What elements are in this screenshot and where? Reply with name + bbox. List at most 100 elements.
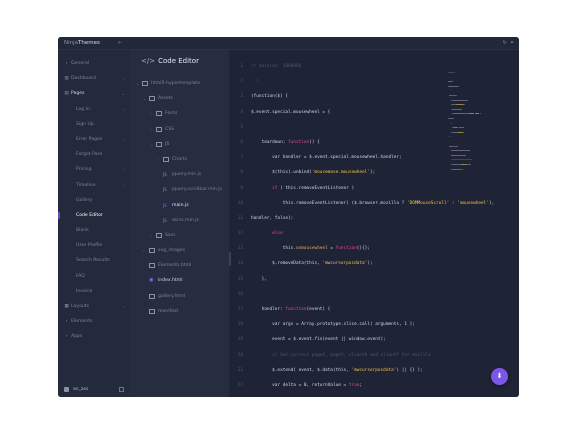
file-explorer: </> Code Editor ⌄ html5-hypertemplate ⌄ Asse… — [130, 50, 229, 397]
folder-icon — [142, 81, 148, 86]
sidebar-item[interactable]: Invoice — [58, 284, 130, 299]
line-number: 22 — [237, 382, 243, 388]
html-file-icon: ▣ — [149, 278, 154, 284]
code-line: 3 (function($) { — [231, 89, 446, 104]
chevron-icon: › — [150, 232, 152, 238]
code-token: ; — [359, 382, 363, 388]
sidebar-item[interactable]: Code Editor — [58, 208, 130, 223]
tree-item-name: main.js — [172, 202, 189, 208]
tree-file[interactable]: JS main.js — [130, 198, 229, 213]
tree-file[interactable]: Elements.html — [130, 258, 229, 273]
tree-folder[interactable]: › CSS — [130, 122, 229, 137]
code-token: event = $.event.fix(event || window.even… — [251, 337, 386, 343]
code-line: 15 }, — [231, 272, 446, 287]
sidebar-item-label: Sign Up — [76, 121, 94, 127]
tree-file[interactable]: gallery.html — [130, 289, 229, 304]
tree-folder[interactable]: › Sass — [130, 228, 229, 243]
code-text: this.removeEventListener( ($.browser.moz… — [251, 196, 495, 211]
sidebar-item[interactable]: Error Pages › — [58, 132, 130, 147]
line-number: 1 — [240, 64, 243, 69]
tree-file[interactable]: manifest — [130, 304, 229, 319]
code-token: var delta = 0, returnValue = — [251, 382, 349, 388]
code-text: $(this).unbind('mousemove.mousewheel'); — [251, 165, 375, 180]
settings-icon[interactable] — [119, 387, 124, 392]
sidebar-item[interactable]: Timeline › — [58, 178, 130, 193]
code-token: if — [251, 185, 278, 191]
sidebar-item[interactable]: Pricing › — [58, 162, 130, 177]
tree-item-name: index.html — [158, 278, 183, 284]
tree-folder[interactable]: › Charts — [130, 152, 229, 167]
code-token: ( this.removeEventListener ) — [277, 185, 355, 191]
sidebar-item[interactable]: › Apps — [58, 329, 130, 344]
code-token: function — [335, 246, 357, 252]
sidebar-item[interactable]: User Profile — [58, 238, 130, 253]
chevron-icon: › — [123, 304, 125, 309]
folder-icon — [156, 126, 162, 132]
file-icon — [149, 308, 155, 314]
chevron-icon: ⌄ — [143, 96, 147, 102]
download-button[interactable]: ⬇ — [491, 368, 508, 385]
sidebar-item[interactable]: Blank — [58, 223, 130, 238]
sidebar-item[interactable]: FAQ — [58, 269, 130, 284]
code-token: (){}; — [356, 246, 370, 252]
chevron-icon: › — [123, 76, 125, 82]
tree-item-name: html5-hypertemplate — [151, 81, 201, 86]
code-token: 'mousewheel' — [457, 200, 489, 206]
line-number: 16 — [237, 291, 243, 297]
js-file-icon: JS — [163, 187, 167, 193]
line-number: 21 — [237, 367, 243, 373]
minimap-line — [448, 118, 454, 119]
code-line: 1 // Version: 3000006 — [231, 59, 446, 74]
sidebar-item[interactable]: ▤ Pages ⌄ — [58, 86, 130, 101]
sidebar-item[interactable]: Forgot Pass — [58, 147, 130, 162]
chart-icon: ▥ — [64, 76, 69, 82]
sidebar-item[interactable]: Log In › — [58, 102, 130, 117]
code-token: teardown: — [251, 139, 289, 145]
sidebar-item[interactable]: ▥ Dashboard › — [58, 71, 130, 86]
sidebar-item-label: Gallery — [76, 197, 93, 203]
code-text: var handler = $.event.special.mousewheel… — [251, 150, 402, 165]
tree-file[interactable]: JS skins.min.js — [130, 213, 229, 228]
refresh-icon[interactable]: ↻ — [503, 40, 507, 46]
code-token: // Get correct pageX, pageY, clientX and… — [251, 352, 431, 358]
code-text: event = $.event.fix(event || window.even… — [251, 332, 386, 347]
line-number: 19 — [237, 337, 243, 343]
file-icon — [149, 263, 155, 269]
code-token: \ — [251, 79, 259, 85]
brand-logo[interactable]: NinjaThemes — [64, 40, 100, 46]
line-number: 8 — [240, 170, 243, 176]
sidebar-item[interactable]: › General — [58, 56, 130, 71]
sidebar-item[interactable]: ▦ Layouts › — [58, 299, 130, 314]
tree-file[interactable]: JS jquery.min.js — [130, 167, 229, 182]
sidebar-item-label: Pages — [71, 91, 85, 97]
tree-file[interactable]: JS jquery.scrollbar.min.js — [130, 182, 229, 197]
tree-item-name: gallery.html — [158, 293, 185, 299]
link-icon[interactable]: ⚭ — [510, 40, 514, 46]
tree-folder[interactable]: › svg_images — [130, 243, 229, 258]
code-line: 16 — [231, 287, 446, 302]
sidebar-item[interactable]: Sign Up — [58, 117, 130, 132]
code-editor[interactable]: 1 // Version: 3000006 2 \ 3 (function($) {4 $… — [231, 50, 519, 397]
minimap-line — [450, 150, 470, 152]
line-number: 18 — [237, 322, 243, 328]
minimap-line — [450, 168, 461, 170]
chevron-icon: › — [123, 136, 125, 142]
minimap[interactable] — [448, 72, 513, 182]
tree-folder[interactable]: ⌄ Assets — [130, 91, 229, 106]
menu-collapse-icon[interactable]: ⇤ — [118, 40, 122, 46]
folder-icon — [149, 248, 155, 254]
tree-folder[interactable]: ⌄ html5-hypertemplate — [130, 76, 229, 91]
line-number: 11 — [237, 215, 243, 221]
tree-folder[interactable]: ⌄ JS — [130, 137, 229, 152]
sidebar-item[interactable]: › Elements — [58, 314, 130, 329]
user-panel[interactable]: an_ass — [58, 383, 130, 397]
sidebar-item[interactable]: Gallery — [58, 193, 130, 208]
code-line: 21 $.extend( event, $.data(this, 'mwcurs… — [231, 363, 446, 378]
code-line: 7 var handler = $.event.special.mousewhe… — [231, 150, 446, 165]
line-number: 5 — [240, 124, 243, 130]
tree-file[interactable]: ▣ index.html — [130, 273, 229, 288]
sidebar-item[interactable]: Search Results — [58, 253, 130, 268]
code-token: ) || {} ); — [396, 367, 423, 373]
js-file-icon: JS — [163, 202, 167, 208]
tree-folder[interactable]: › Fonts — [130, 106, 229, 121]
